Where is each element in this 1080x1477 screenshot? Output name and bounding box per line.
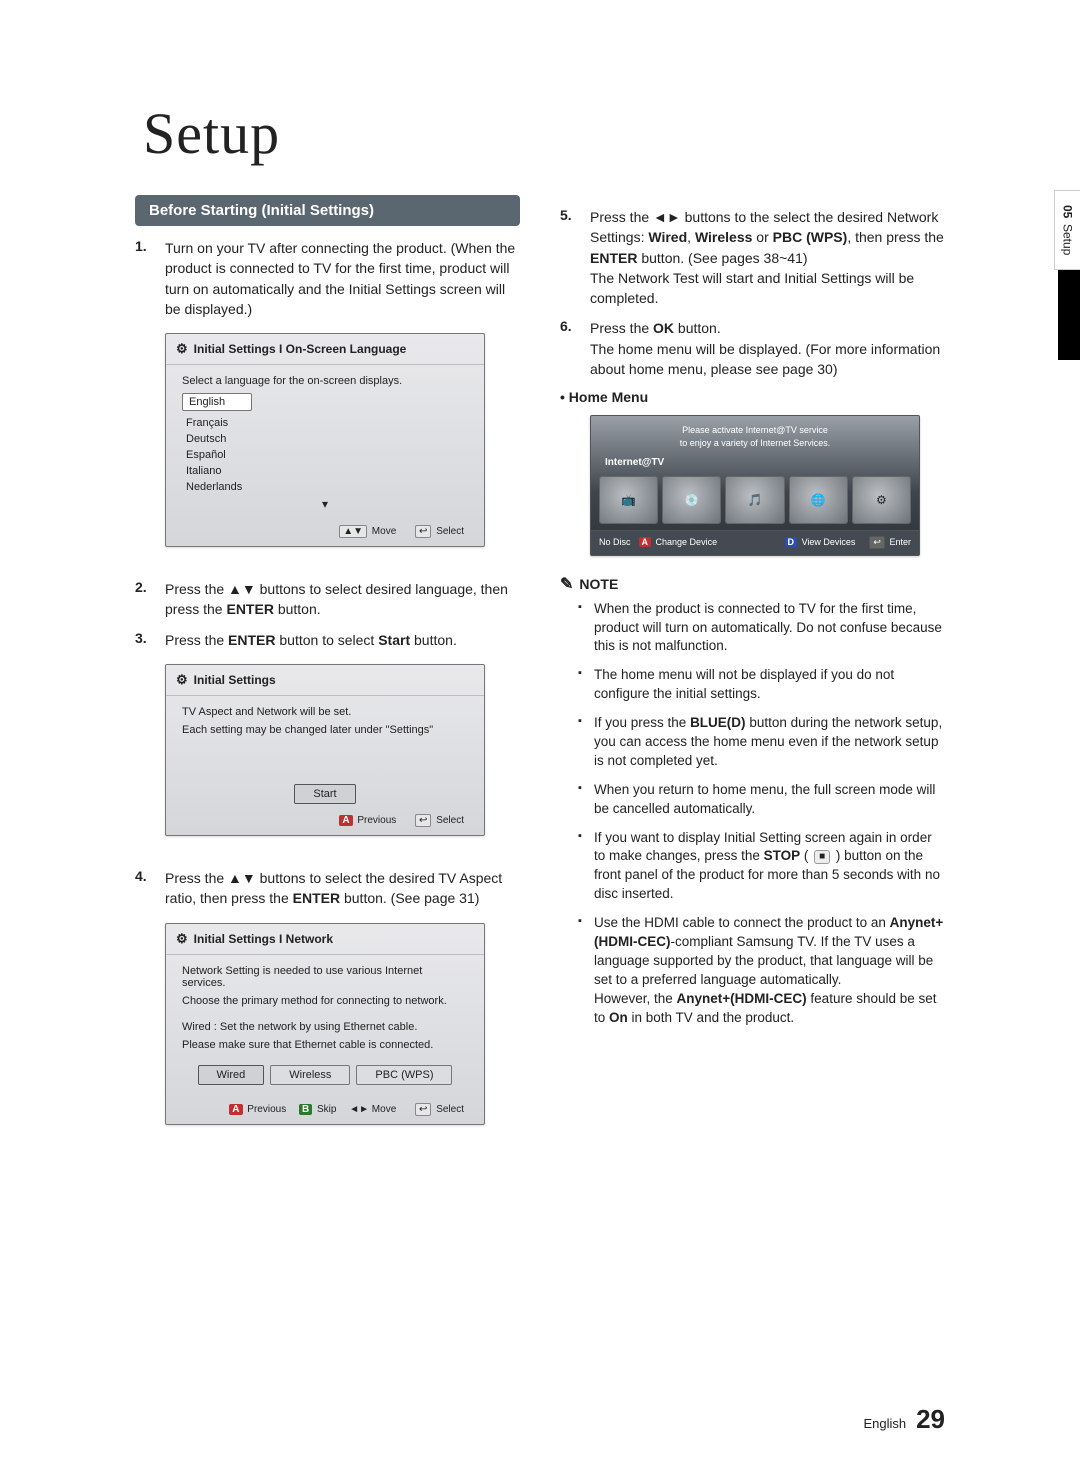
note-item: If you press the BLUE(D) button during t… [578, 714, 945, 781]
change-device-label: Change Device [656, 537, 718, 547]
note-item: When the product is connected to TV for … [578, 600, 945, 667]
step-number: 4. [135, 868, 165, 909]
ui-title: Initial Settings [194, 673, 276, 687]
start-button: Start [294, 784, 355, 804]
language-item: Español [182, 447, 468, 463]
step-text: Press the OK button.The home menu will b… [590, 318, 945, 379]
step-text: Turn on your TV after connecting the pro… [165, 238, 520, 319]
ui-network-box: ⚙ Initial Settings I Network Network Sett… [165, 923, 485, 1125]
enter-label: Enter [889, 537, 911, 547]
select-label: Select [436, 815, 464, 826]
skip-label: Skip [317, 1104, 336, 1115]
ui-line: Each setting may be changed later under … [182, 724, 468, 736]
language-selected: English [182, 393, 252, 411]
a-key-icon: A [229, 1104, 242, 1115]
a-key-icon: A [339, 815, 352, 826]
home-menu-heading: • Home Menu [560, 389, 945, 405]
step-number: 1. [135, 238, 165, 319]
note-item: If you want to display Initial Setting s… [578, 829, 945, 915]
footer-language: English [863, 1416, 906, 1431]
gear-icon: ⚙ [176, 931, 188, 947]
ui-line: Choose the primary method for connecting… [182, 995, 468, 1007]
note-item: When you return to home menu, the full s… [578, 781, 945, 829]
chapter-label: Setup [1061, 224, 1075, 255]
select-label: Select [436, 526, 464, 537]
move-key-icon: ◄► [349, 1104, 369, 1115]
step-number: 5. [560, 207, 590, 308]
chapter-number: 05 [1061, 205, 1075, 218]
d-key-icon: D [785, 537, 798, 547]
ui-start-box: ⚙ Initial Settings TV Aspect and Network … [165, 664, 485, 836]
step-text: Press the ◄► buttons to the select the d… [590, 207, 945, 308]
language-item: Deutsch [182, 431, 468, 447]
network-option-button: Wired [198, 1065, 265, 1085]
home-tile: 🎵 [725, 476, 784, 524]
gear-icon: ⚙ [176, 672, 188, 688]
step-number: 3. [135, 630, 165, 650]
language-item: Français [182, 415, 468, 431]
page-number: 29 [916, 1404, 945, 1435]
enter-key-icon: ↩ [415, 1103, 431, 1116]
step-number: 2. [135, 579, 165, 620]
network-option-button: Wireless [270, 1065, 350, 1085]
home-tile: 💿 [662, 476, 721, 524]
side-tab: 05 Setup [1054, 190, 1080, 270]
note-icon: ✎ [560, 574, 573, 594]
enter-key-icon: ↩ [415, 814, 431, 827]
previous-label: Previous [357, 815, 396, 826]
view-devices-label: View Devices [802, 537, 856, 547]
note-heading: NOTE [579, 576, 618, 592]
note-item: Use the HDMI cable to connect the produc… [578, 914, 945, 1037]
home-tile: ⚙ [852, 476, 911, 524]
move-label: Move [372, 526, 396, 537]
select-label: Select [436, 1104, 464, 1115]
note-item: The home menu will not be displayed if y… [578, 666, 945, 714]
a-key-icon: A [639, 537, 652, 547]
step-text: Press the ▲▼ buttons to select the desir… [165, 868, 520, 909]
move-label: Move [372, 1104, 396, 1115]
ui-line: Wired : Set the network by using Etherne… [182, 1021, 468, 1033]
ui-line: Network Setting is needed to use various… [182, 965, 468, 989]
network-option-button: PBC (WPS) [356, 1065, 452, 1085]
previous-label: Previous [247, 1104, 286, 1115]
ui-line: TV Aspect and Network will be set. [182, 706, 468, 718]
move-key-icon: ▲▼ [339, 525, 367, 538]
home-label: Internet@TV [591, 453, 919, 472]
thumb-index-marker [1058, 270, 1080, 360]
home-menu-box: Please activate Internet@TV service to e… [590, 415, 920, 555]
step-number: 6. [560, 318, 590, 379]
ui-prompt: Select a language for the on-screen disp… [182, 375, 468, 387]
step-text: Press the ▲▼ buttons to select desired l… [165, 579, 520, 620]
home-banner-line: to enjoy a variety of Internet Services. [599, 437, 911, 449]
home-tile: 🌐 [789, 476, 848, 524]
home-banner-line: Please activate Internet@TV service [599, 424, 911, 436]
nodisc-label: No Disc [599, 537, 631, 547]
section-heading: Before Starting (Initial Settings) [135, 195, 520, 226]
ui-language-box: ⚙ Initial Settings I On-Screen Language S… [165, 333, 485, 547]
step-text: Press the ENTER button to select Start b… [165, 630, 520, 650]
ui-line: Please make sure that Ethernet cable is … [182, 1039, 468, 1051]
b-key-icon: B [299, 1104, 312, 1115]
ui-title: Initial Settings I On-Screen Language [194, 342, 407, 356]
language-item: Nederlands [182, 479, 468, 495]
enter-key-icon: ↩ [869, 536, 885, 549]
home-tile: 📺 [599, 476, 658, 524]
enter-key-icon: ↩ [415, 525, 431, 538]
ui-title: Initial Settings I Network [194, 932, 333, 946]
page-title: Setup [143, 100, 945, 167]
caret-down-icon: ▾ [182, 495, 468, 515]
gear-icon: ⚙ [176, 341, 188, 357]
language-item: Italiano [182, 463, 468, 479]
